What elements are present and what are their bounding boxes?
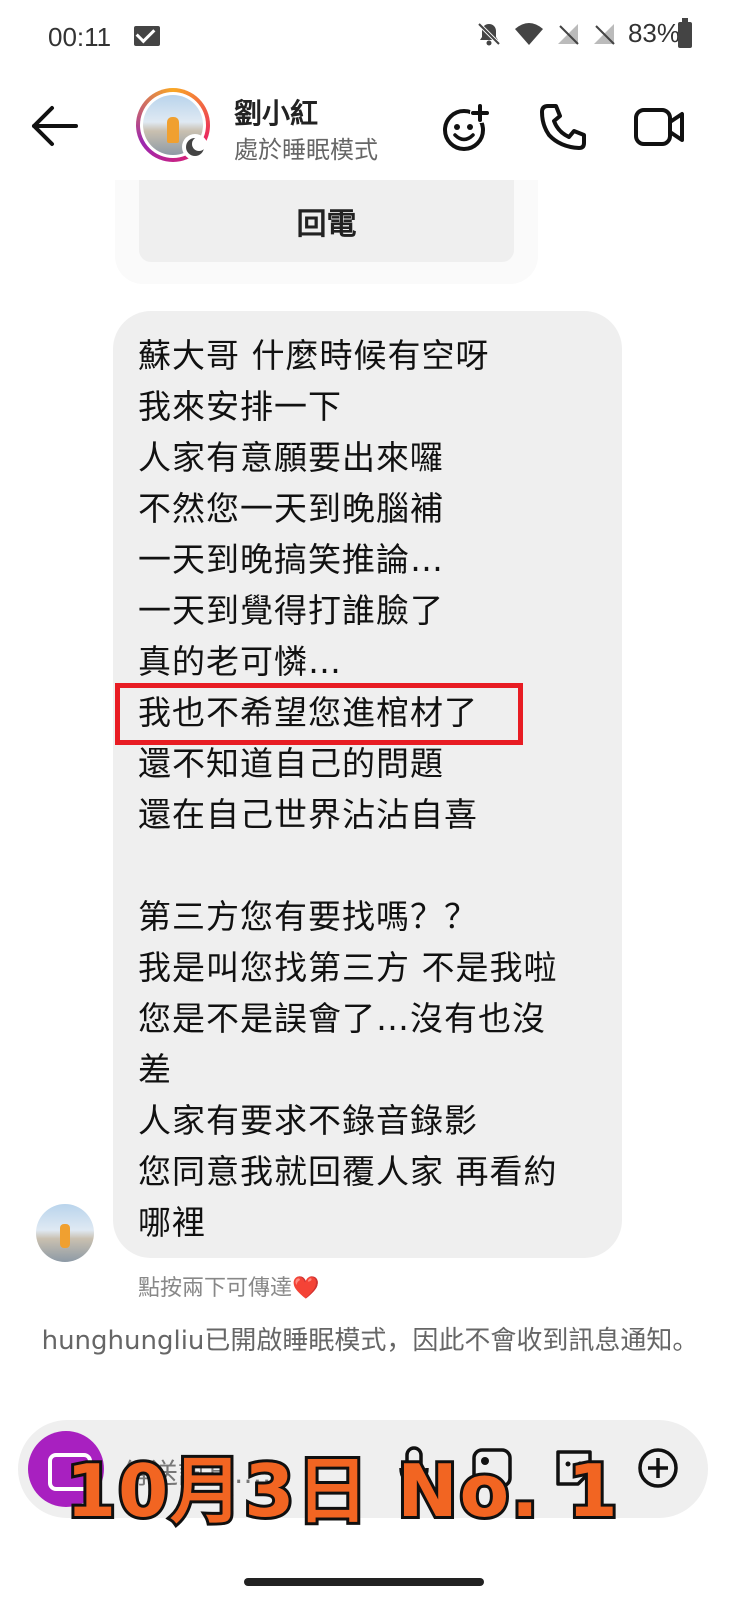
overlay-caption: 10月3日 No. 1 xyxy=(63,1446,621,1536)
mail-icon xyxy=(134,26,160,46)
message-line xyxy=(138,840,608,891)
status-icons: 83% xyxy=(476,18,680,49)
message-line: 蘇大哥 什麼時候有空呀 xyxy=(138,336,490,375)
status-time: 00:11 xyxy=(48,22,112,52)
message-line: 差 xyxy=(138,1050,172,1089)
message-line: 真的老可憐… xyxy=(138,642,342,681)
call-card: 回電 xyxy=(115,180,538,284)
plus-icon[interactable] xyxy=(636,1446,680,1490)
back-arrow-icon[interactable] xyxy=(30,104,80,148)
call-back-button[interactable]: 回電 xyxy=(139,180,514,262)
message-line: 一天到晚搞笑推論… xyxy=(138,540,444,579)
message-line: 人家有要求不錄音錄影 xyxy=(138,1101,478,1140)
signal-icon xyxy=(557,23,579,45)
message-line: 第三方您有要找嗎？？ xyxy=(138,897,478,936)
phone-icon[interactable] xyxy=(536,100,590,154)
message-line: 一天到覺得打誰臉了 xyxy=(138,591,444,630)
contact-name[interactable]: 劉小紅 xyxy=(234,92,318,132)
message-line: 還在自己世界沾沾自喜 xyxy=(138,795,478,834)
message-line: 您是不是誤會了…沒有也沒 xyxy=(138,999,546,1038)
message-line: 人家有意願要出來囉 xyxy=(138,438,444,477)
status-bar: 00:11 83% xyxy=(0,0,740,76)
moon-icon xyxy=(182,134,208,160)
sleep-mode-notice: hunghungliu已開啟睡眠模式，因此不會收到訊息通知。 xyxy=(41,1326,699,1356)
message-text: 蘇大哥 什麼時候有空呀 我來安排一下 人家有意願要出來囉 不然您一天到晚腦補 一… xyxy=(138,330,608,1248)
message-line: 不然您一天到晚腦補 xyxy=(138,489,444,528)
message-line: 哪裡 xyxy=(138,1203,206,1242)
home-indicator[interactable] xyxy=(244,1578,484,1586)
message-line: 您同意我就回覆人家 再看約 xyxy=(138,1152,558,1191)
message-line: 我來安排一下 xyxy=(138,387,342,426)
message-line: 還不知道自己的問題 xyxy=(138,744,444,783)
effects-icon[interactable] xyxy=(440,100,494,154)
highlight-box xyxy=(115,683,523,745)
avatar[interactable] xyxy=(136,88,210,162)
signal-icon xyxy=(593,23,615,45)
message-line: 我是叫您找第三方 不是我啦 xyxy=(138,948,558,987)
video-icon[interactable] xyxy=(632,100,686,154)
battery-level: 83% xyxy=(627,18,680,48)
contact-status: 處於睡眠模式 xyxy=(234,136,378,164)
double-tap-hint: 點按兩下可傳達❤️ xyxy=(138,1276,320,1301)
sender-avatar[interactable] xyxy=(36,1204,94,1262)
bell-muted-icon xyxy=(477,22,501,45)
wifi-icon xyxy=(514,22,543,45)
chat-header: 劉小紅 處於睡眠模式 xyxy=(0,76,740,180)
battery-icon xyxy=(678,18,692,48)
